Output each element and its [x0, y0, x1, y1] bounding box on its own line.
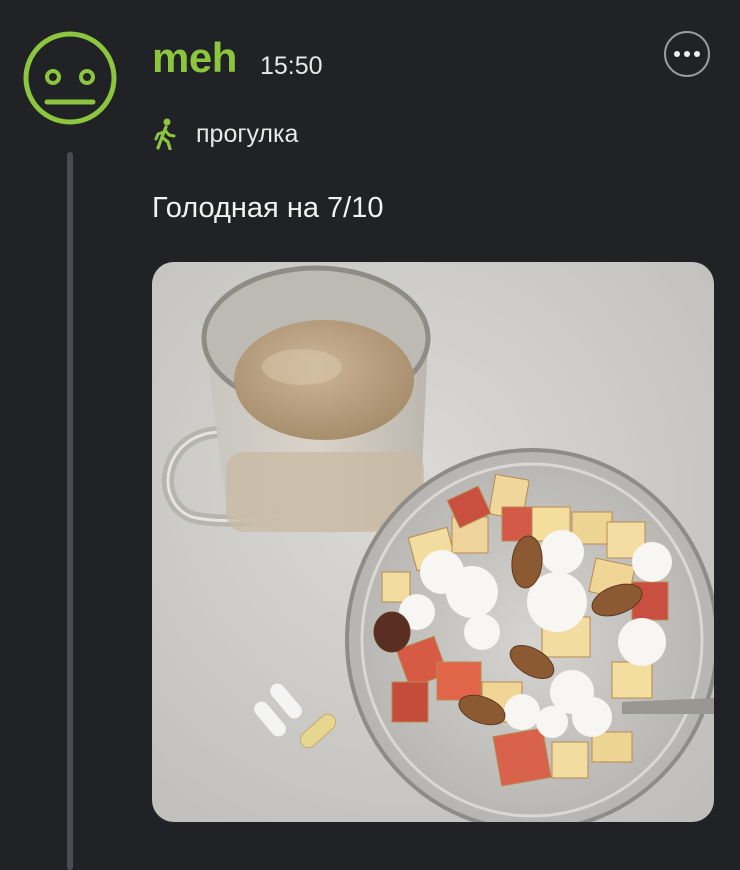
food-photo — [152, 262, 714, 822]
more-options-button[interactable] — [664, 31, 710, 77]
neutral-face-icon — [23, 31, 117, 125]
avatar[interactable] — [22, 30, 118, 126]
activity-tag[interactable]: прогулка — [152, 116, 298, 152]
post-text: Голодная на 7/10 — [152, 192, 384, 224]
walking-person-icon — [154, 118, 176, 150]
post-time: 15:50 — [260, 52, 323, 80]
more-options-icon — [674, 51, 680, 57]
activity-label: прогулка — [196, 119, 299, 148]
thread-line — [67, 152, 73, 870]
more-options-icon-dot — [694, 51, 700, 57]
more-options-icon-dot — [684, 51, 690, 57]
author-name[interactable]: meh — [152, 34, 237, 82]
post-photo[interactable] — [152, 262, 714, 822]
